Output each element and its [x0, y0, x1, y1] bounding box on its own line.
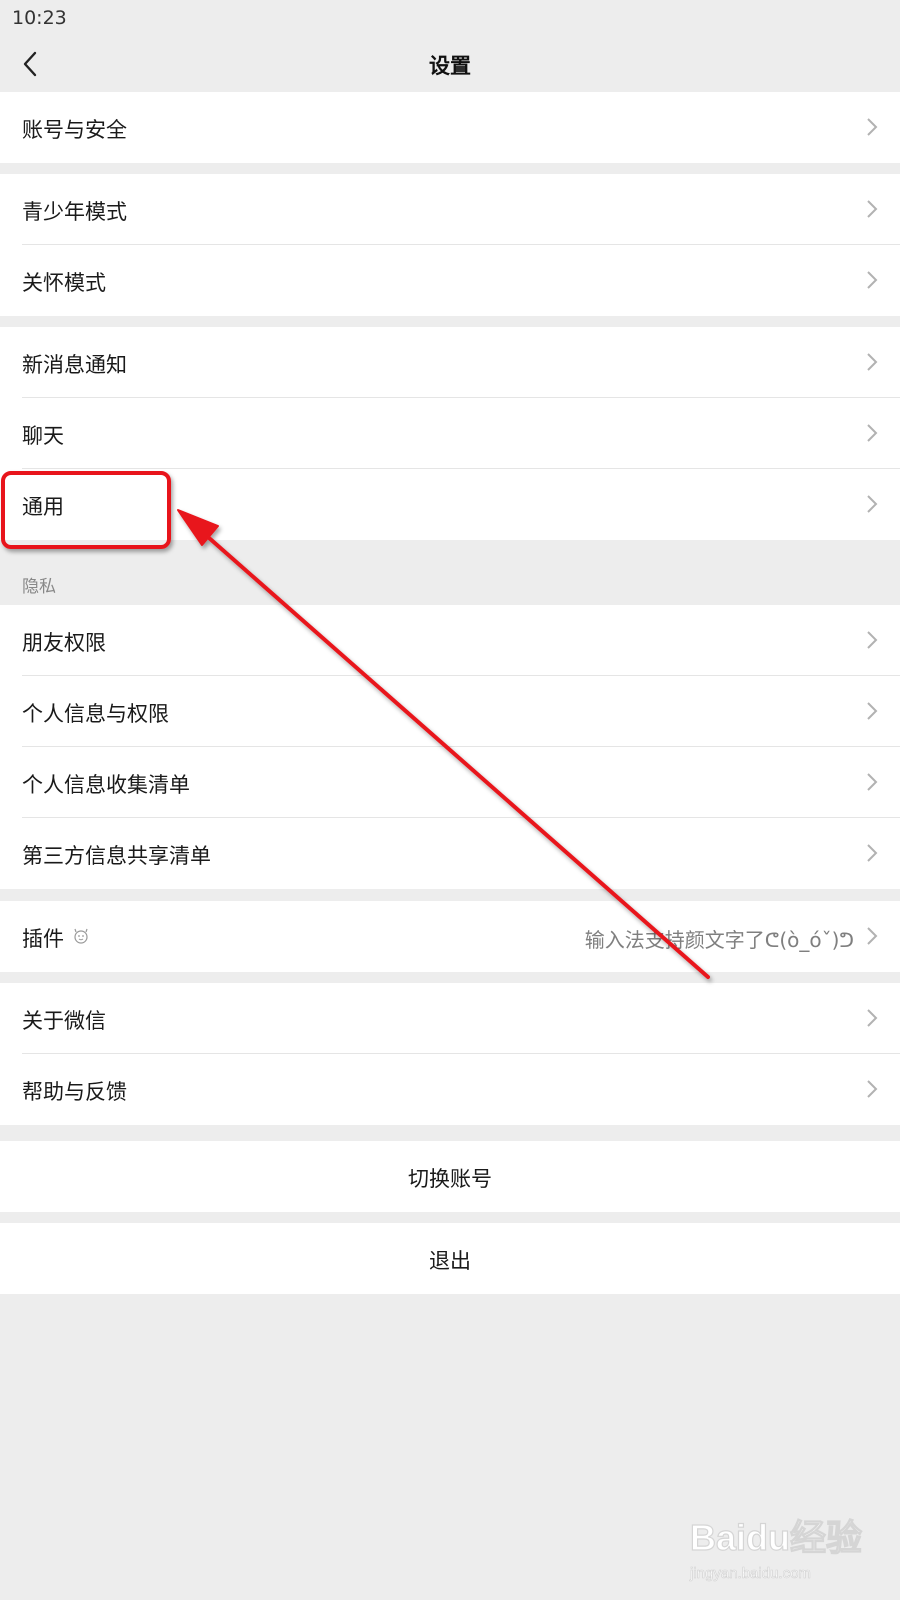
item-label: 帮助与反馈 [22, 1080, 127, 1104]
settings-item-general[interactable]: 通用 [0, 469, 900, 540]
settings-item-info-collection[interactable]: 个人信息收集清单 [0, 747, 900, 818]
item-label: 个人信息收集清单 [22, 773, 190, 797]
settings-item-chat[interactable]: 聊天 [0, 398, 900, 469]
logout-label: 退出 [429, 1249, 471, 1273]
chevron-right-icon [867, 844, 878, 862]
settings-item-new-message[interactable]: 新消息通知 [0, 327, 900, 398]
chevron-right-icon [867, 200, 878, 218]
section-header-privacy: 隐私 [22, 577, 56, 597]
chevron-right-icon [867, 424, 878, 442]
item-label: 通用 [22, 495, 64, 519]
status-bar: 10:23 [0, 0, 900, 36]
logout-button[interactable]: 退出 [0, 1223, 900, 1294]
switch-account-label: 切换账号 [408, 1167, 492, 1191]
nav-bar: 设置 [0, 36, 900, 92]
plugins-subtitle: 输入法支持颜文字了ᕦ(ò_óˇ)ᕤ [584, 928, 854, 952]
settings-item-help[interactable]: 帮助与反馈 [0, 1054, 900, 1125]
settings-item-about[interactable]: 关于微信 [0, 983, 900, 1054]
settings-item-teen-mode[interactable]: 青少年模式 [0, 174, 900, 245]
watermark-url-text: jingyan.baidu.com [689, 1565, 811, 1582]
watermark-logo-text: Baidu经验 [690, 1517, 862, 1558]
item-label: 插件 [22, 927, 64, 951]
item-label: 朋友权限 [22, 631, 106, 655]
item-label: 关怀模式 [22, 271, 106, 295]
status-time: 10:23 [12, 7, 67, 29]
item-label: 账号与安全 [22, 118, 127, 142]
chevron-right-icon [867, 927, 878, 945]
switch-account-button[interactable]: 切换账号 [0, 1141, 900, 1212]
chevron-right-icon [867, 118, 878, 136]
chevron-right-icon [867, 702, 878, 720]
settings-item-plugins[interactable]: 插件 输入法支持颜文字了ᕦ(ò_óˇ)ᕤ [0, 901, 900, 972]
settings-item-account-security[interactable]: 账号与安全 [0, 92, 900, 163]
item-label: 第三方信息共享清单 [22, 844, 211, 868]
item-label: 青少年模式 [22, 200, 127, 224]
settings-item-third-party[interactable]: 第三方信息共享清单 [0, 818, 900, 889]
page-title: 设置 [429, 54, 471, 78]
chevron-right-icon [867, 271, 878, 289]
chevron-right-icon [867, 631, 878, 649]
plugin-face-icon [74, 928, 88, 944]
item-label: 新消息通知 [22, 353, 127, 377]
baidu-jingyan-watermark: Baidu经验 jingyan.baidu.com [689, 1516, 863, 1582]
chevron-right-icon [867, 773, 878, 791]
settings-item-personal-info[interactable]: 个人信息与权限 [0, 676, 900, 747]
settings-item-care-mode[interactable]: 关怀模式 [0, 245, 900, 316]
item-label: 关于微信 [22, 1009, 106, 1033]
settings-item-friend-permission[interactable]: 朋友权限 [0, 605, 900, 676]
item-label: 个人信息与权限 [22, 702, 169, 726]
chevron-right-icon [867, 1080, 878, 1098]
item-label: 聊天 [22, 424, 64, 448]
chevron-right-icon [867, 353, 878, 371]
chevron-right-icon [867, 1009, 878, 1027]
chevron-right-icon [867, 495, 878, 513]
